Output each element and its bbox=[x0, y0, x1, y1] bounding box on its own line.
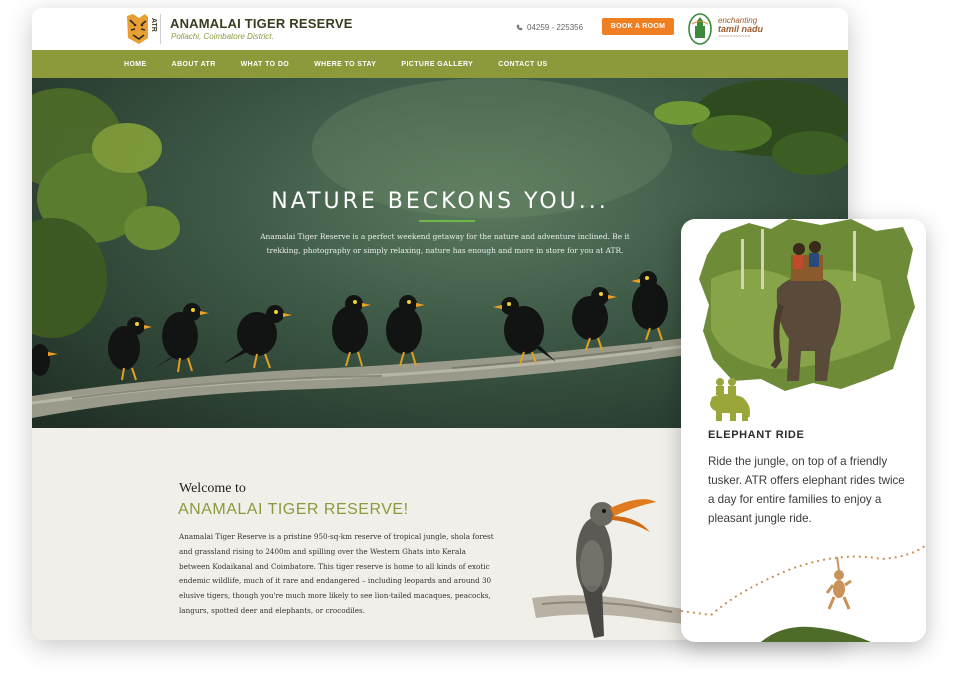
main-navigation: HOME ABOUT ATR WHAT TO DO WHERE TO STAY … bbox=[32, 50, 848, 78]
enchanting-tamil-nadu-logo[interactable]: enchanting tamil nadu ~~~~~~~~~~~ bbox=[718, 16, 778, 44]
nav-item-contact-us[interactable]: CONTACT US bbox=[498, 50, 547, 78]
nav-item-about-atr[interactable]: ABOUT ATR bbox=[172, 50, 216, 78]
site-header: ATR ANAMALAI TIGER RESERVE Pollachi, Coi… bbox=[32, 8, 848, 50]
hornbill-image bbox=[532, 499, 702, 638]
elephant-ride-title[interactable]: ELEPHANT RIDE bbox=[708, 429, 804, 441]
nav-item-what-to-do[interactable]: WHAT TO DO bbox=[241, 50, 289, 78]
welcome-pretitle: Welcome to bbox=[179, 481, 246, 496]
phone-icon bbox=[516, 24, 523, 31]
hero-title-underline bbox=[419, 220, 475, 222]
hero-title: NATURE BECKONS YOU... bbox=[271, 189, 609, 214]
nav-item-where-to-stay[interactable]: WHERE TO STAY bbox=[314, 50, 376, 78]
phone-text: 04259 - 225356 bbox=[527, 23, 584, 32]
tn-emblem-icon[interactable] bbox=[687, 12, 713, 46]
welcome-title: ANAMALAI TIGER RESERVE! bbox=[178, 501, 409, 518]
elephant-ride-description: Ride the jungle, on top of a friendly tu… bbox=[708, 455, 905, 525]
logo-divider bbox=[160, 14, 161, 44]
monkey-icon bbox=[681, 544, 926, 642]
phone-number[interactable]: 04259 - 225356 bbox=[516, 23, 583, 32]
elephant-ride-photo bbox=[699, 219, 915, 391]
elephant-icon bbox=[710, 378, 750, 421]
hero-description: Anamalai Tiger Reserve is a perfect week… bbox=[260, 232, 630, 255]
nav-item-picture-gallery[interactable]: PICTURE GALLERY bbox=[401, 50, 473, 78]
tn-logo-line2: tamil nadu bbox=[718, 24, 764, 34]
book-a-room-button[interactable]: BOOK A ROOM bbox=[602, 18, 674, 35]
nav-item-home[interactable]: HOME bbox=[124, 50, 147, 78]
site-subtitle: Pollachi, Coimbatore District. bbox=[171, 32, 274, 41]
welcome-body: Anamalai Tiger Reserve is a pristine 950… bbox=[179, 532, 494, 615]
tn-logo-script: ~~~~~~~~~~~ bbox=[718, 34, 751, 40]
mobile-mockup: ELEPHANT RIDE Ride the jungle, on top of… bbox=[681, 219, 926, 642]
site-title[interactable]: ANAMALAI TIGER RESERVE bbox=[170, 16, 353, 31]
logo-vertical-text: ATR bbox=[150, 18, 157, 32]
